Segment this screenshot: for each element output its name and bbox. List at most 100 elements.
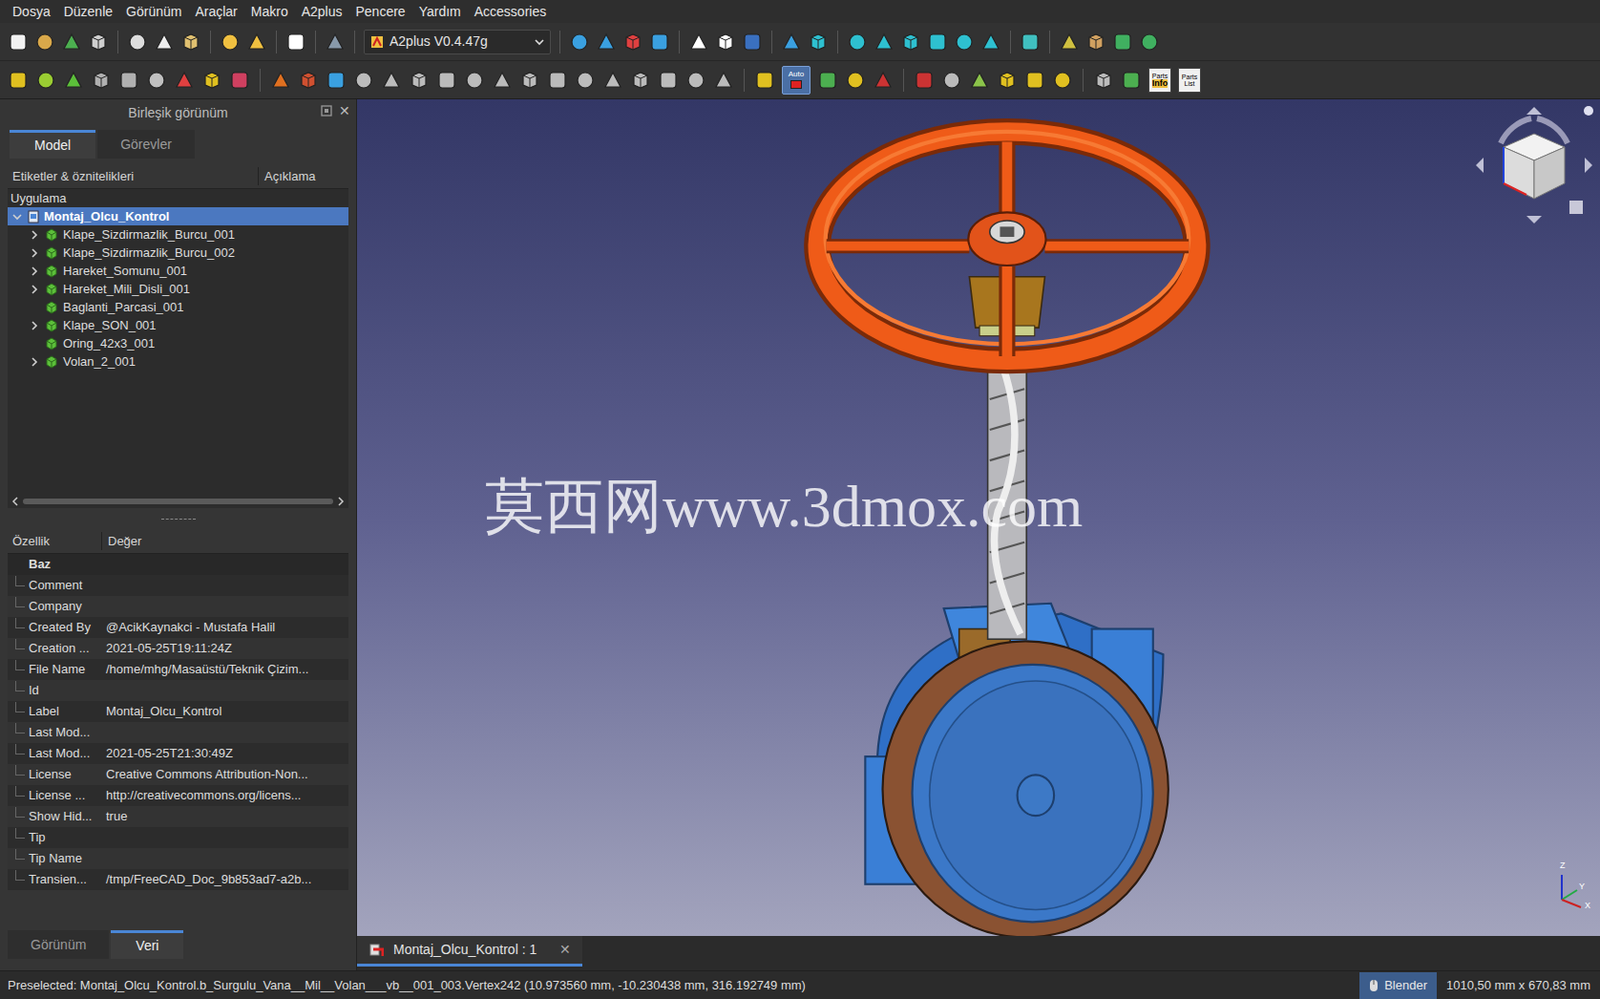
splitter[interactable] <box>0 507 357 529</box>
tool-icon[interactable] <box>324 31 346 53</box>
property-row[interactable]: Id <box>7 679 349 701</box>
property-row[interactable]: Last Mod...2021-05-25T21:30:49Z <box>7 742 349 764</box>
expand-arrow-icon[interactable] <box>11 210 23 223</box>
workbench-selector[interactable]: A2plus V0.4.47g <box>363 29 551 55</box>
tree-item[interactable]: Klape_SON_001 <box>7 315 349 335</box>
property-value[interactable]: 2021-05-25T21:30:49Z <box>102 743 349 763</box>
tree-item[interactable]: Hareket_Mili_Disli_001 <box>7 279 349 298</box>
column-header[interactable]: Değer <box>102 531 349 551</box>
document-tab[interactable]: Montaj_Olcu_Kontrol : 1 ✕ <box>357 935 583 967</box>
menu-item[interactable]: A2plus <box>294 1 350 22</box>
tool-icon[interactable] <box>754 69 776 91</box>
navigation-style-button[interactable]: Blender <box>1359 971 1437 999</box>
tool-icon[interactable] <box>741 31 763 53</box>
tree-item[interactable]: Klape_Sizdirmazlik_Burcu_001 <box>7 225 349 244</box>
tool-icon[interactable] <box>491 69 513 91</box>
column-header[interactable]: Etiketler & öznitelikleri <box>7 167 259 187</box>
tool-icon[interactable] <box>246 31 268 53</box>
property-value[interactable]: Montaj_Olcu_Kontrol <box>102 701 349 721</box>
tool-icon[interactable] <box>436 69 458 91</box>
tool-icon[interactable] <box>622 31 644 53</box>
property-row[interactable]: LicenseCreative Commons Attribution-Non.… <box>7 763 349 785</box>
tool-icon[interactable] <box>900 31 922 53</box>
menu-item[interactable]: Makro <box>244 1 295 22</box>
tool-icon[interactable] <box>657 69 679 91</box>
tool-icon[interactable] <box>595 31 617 53</box>
tool-icon[interactable] <box>87 31 109 53</box>
tool-icon[interactable] <box>873 31 895 53</box>
tool-icon[interactable] <box>996 69 1018 91</box>
tool-icon[interactable] <box>463 69 485 91</box>
tool-icon[interactable] <box>380 69 402 91</box>
property-value[interactable]: Creative Commons Attribution-Non... <box>102 764 349 784</box>
tool-icon[interactable] <box>1024 69 1046 91</box>
panel-tab[interactable]: Görevler <box>97 129 195 159</box>
property-value[interactable]: /tmp/FreeCAD_Doc_9b853ad7-a2b... <box>102 869 349 889</box>
tree-item[interactable]: Volan_2_001 <box>7 352 349 371</box>
tool-icon[interactable] <box>180 31 202 53</box>
tool-icon[interactable] <box>688 31 710 53</box>
tool-icon[interactable] <box>602 69 624 91</box>
tool-icon[interactable] <box>270 69 292 91</box>
property-row[interactable]: Company <box>7 595 349 617</box>
tool-icon[interactable] <box>35 69 57 91</box>
menu-item[interactable]: Yardım <box>412 1 468 22</box>
tool-icon[interactable] <box>649 31 671 53</box>
tool-icon[interactable] <box>715 31 737 53</box>
property-value[interactable]: true <box>102 806 349 826</box>
tool-icon[interactable] <box>1058 31 1080 53</box>
tool-icon[interactable] <box>1019 31 1041 53</box>
property-row[interactable]: Transien.../tmp/FreeCAD_Doc_9b853ad7-a2b… <box>7 868 349 890</box>
property-row[interactable]: Tip Name <box>7 847 349 869</box>
3d-view[interactable]: 莫西网www.3dmox.com <box>357 99 1600 936</box>
tree-root[interactable]: Montaj_Olcu_Kontrol <box>7 207 349 226</box>
scroll-left-icon[interactable] <box>11 496 20 506</box>
tool-icon[interactable] <box>968 69 990 91</box>
tool-icon[interactable] <box>1093 69 1115 91</box>
tool-icon[interactable] <box>1052 69 1074 91</box>
tool-icon[interactable] <box>872 69 894 91</box>
menu-item[interactable]: Accessories <box>467 1 553 22</box>
close-tab-button[interactable]: ✕ <box>559 939 571 960</box>
tree-item[interactable]: Klape_Sizdirmazlik_Burcu_002 <box>7 243 349 262</box>
tool-icon[interactable] <box>325 69 347 91</box>
tool-icon[interactable] <box>126 31 148 53</box>
tool-icon[interactable] <box>285 31 307 53</box>
tool-icon[interactable] <box>7 69 29 91</box>
property-row[interactable]: Comment <box>7 574 349 596</box>
tool-icon[interactable] <box>408 69 430 91</box>
tool-icon[interactable] <box>219 31 241 53</box>
property-row[interactable]: File Name/home/mhg/Masaüstü/Teknik Çizim… <box>7 658 349 680</box>
tool-icon[interactable] <box>1138 31 1160 53</box>
menu-item[interactable]: Düzenle <box>57 1 120 22</box>
property-value[interactable]: @AcikKaynakci - Mustafa Halil <box>102 617 349 637</box>
tool-icon[interactable] <box>980 31 1002 53</box>
tool-icon[interactable] <box>941 69 963 91</box>
tool-icon[interactable] <box>817 69 839 91</box>
tool-icon[interactable] <box>146 69 168 91</box>
tool-icon[interactable] <box>61 31 83 53</box>
property-row[interactable]: License ...http://creativecommons.org/li… <box>7 784 349 806</box>
parts-info-button[interactable]: PartsInfo <box>1148 67 1172 93</box>
tree-item[interactable]: Baglanti_Parcasi_001 <box>7 297 349 316</box>
menu-item[interactable]: Dosya <box>5 1 58 22</box>
column-header[interactable]: Açıklama <box>258 167 349 187</box>
tool-icon[interactable] <box>1085 31 1107 53</box>
tool-icon[interactable] <box>353 69 375 91</box>
tool-icon[interactable] <box>846 31 868 53</box>
expand-arrow-icon[interactable] <box>28 356 41 368</box>
tool-icon[interactable] <box>953 31 975 53</box>
property-value[interactable]: http://creativecommons.org/licens... <box>102 785 349 805</box>
horizontal-scrollbar[interactable] <box>7 494 349 508</box>
tool-icon[interactable] <box>153 31 175 53</box>
tool-icon[interactable] <box>547 69 569 91</box>
tool-icon[interactable] <box>1120 69 1142 91</box>
bottom-tab[interactable]: Görünüm <box>7 929 109 959</box>
property-row[interactable]: Tip <box>7 826 349 848</box>
tool-icon[interactable] <box>685 69 707 91</box>
property-row[interactable]: Show Hid...true <box>7 805 349 827</box>
menu-item[interactable]: Pencere <box>349 1 413 22</box>
property-row[interactable]: LabelMontaj_Olcu_Kontrol <box>7 700 349 722</box>
tool-icon[interactable] <box>34 31 56 53</box>
expand-arrow-icon[interactable] <box>28 229 41 241</box>
